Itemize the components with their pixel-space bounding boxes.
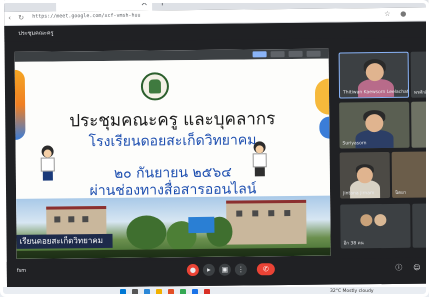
meet-header: ประชุมคณะครู <box>4 21 429 42</box>
toolbar-button[interactable] <box>288 50 303 58</box>
school-seal-icon <box>140 72 170 101</box>
presentation-view: ประชุมคณะครู และบุคลากร โรงเรียนดอยสะเก็… <box>14 48 331 259</box>
new-tab-icon[interactable]: + <box>158 0 167 8</box>
more-participants-count: อีก 38 คน <box>343 241 364 247</box>
people-icon[interactable]: ☺ <box>411 262 423 274</box>
participant-name: พรศักดิ์ <box>413 90 428 96</box>
participant-tile[interactable] <box>411 101 429 148</box>
edge-icon[interactable] <box>144 289 150 295</box>
school-photo: เรียนดอยสะเก็ดวิทยาคม <box>16 195 331 259</box>
info-icon[interactable]: ⓘ <box>393 262 405 274</box>
meeting-title: ประชุมคณะครู <box>18 30 54 37</box>
folder-icon[interactable] <box>156 289 162 295</box>
search-icon[interactable] <box>132 289 138 295</box>
toolbar-button[interactable] <box>270 51 285 58</box>
profile-icon[interactable]: ● <box>400 10 406 18</box>
school-sign: เรียนดอยสะเก็ดวิทยาคม <box>16 233 113 249</box>
participant-name: นิตยา <box>395 190 407 196</box>
participant-name: Jintana jirnam <box>343 191 375 197</box>
participant-tile[interactable]: นิตยา <box>391 151 429 198</box>
student-illustration <box>250 141 270 177</box>
participant-tile[interactable]: พรศักดิ์ <box>410 51 429 98</box>
laptop-screen: × + ‹ ↻ https://meet.google.com/xcf-vmsh… <box>4 0 429 288</box>
participant-tile[interactable]: Suriyasorn <box>339 101 410 149</box>
more-participants-tile[interactable]: อีก 38 คน <box>340 203 411 249</box>
meeting-controls: fsm ● ▸ ▣ ⋮ ✆ ⓘ ☺ <box>6 257 429 288</box>
participant-tile[interactable]: Thitiwan Kaewsorn Leelachat <box>338 51 410 99</box>
start-icon[interactable] <box>120 289 126 295</box>
mic-off-icon[interactable]: ● <box>186 263 199 277</box>
url-text[interactable]: https://meet.google.com/xcf-vmsh-huu <box>32 13 140 20</box>
blue-panel <box>188 216 215 234</box>
participant-tile[interactable]: Jintana jirnam <box>339 151 391 199</box>
weather-widget[interactable]: 32°C Mostly cloudy <box>330 289 374 294</box>
toolbar-button[interactable] <box>306 50 321 57</box>
participant-name: Suriyasorn <box>342 141 367 147</box>
student-illustration <box>38 145 58 181</box>
app-icon[interactable] <box>168 289 174 295</box>
photo-frame: × + ‹ ↻ https://meet.google.com/xcf-vmsh… <box>0 0 429 297</box>
slide-school-name: โรงเรียนดอยสะเก็ดวิทยาคม <box>88 132 257 151</box>
caption-bar <box>16 247 331 259</box>
meeting-code: fsm <box>16 267 27 274</box>
close-icon[interactable]: × <box>140 0 148 9</box>
toolbar-button[interactable] <box>252 51 267 58</box>
bookmark-icon[interactable]: ☆ <box>384 10 390 18</box>
more-icon[interactable]: ⋮ <box>234 263 247 276</box>
participant-tile[interactable] <box>412 203 429 248</box>
slide: ประชุมคณะครู และบุคลากร โรงเรียนดอยสะเก็… <box>14 58 331 259</box>
app-icon[interactable] <box>192 289 198 295</box>
present-icon[interactable]: ▣ <box>218 263 231 276</box>
taskbar: 32°C Mostly cloudy <box>0 287 429 297</box>
reload-icon[interactable]: ↻ <box>18 14 24 22</box>
camera-icon[interactable]: ▸ <box>202 263 215 276</box>
end-call-icon[interactable]: ✆ <box>256 263 275 276</box>
back-icon[interactable]: ‹ <box>8 14 11 22</box>
participant-name: Thitiwan Kaewsorn Leelachat <box>342 89 409 96</box>
app-icon[interactable] <box>204 289 210 295</box>
chrome-icon[interactable] <box>180 289 186 295</box>
